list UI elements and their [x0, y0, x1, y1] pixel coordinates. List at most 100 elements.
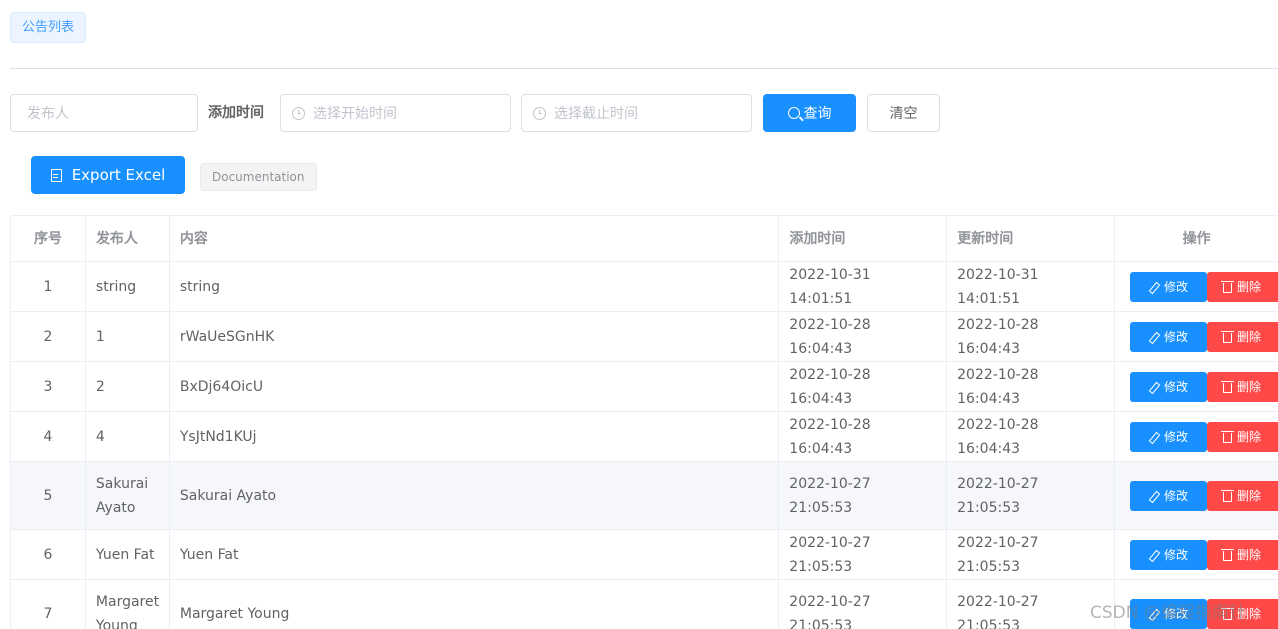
row-updated-time: 2022-10-27 21:05:53 [947, 530, 1115, 579]
edit-label: 修改 [1163, 329, 1188, 344]
row-actions: 修改 删除 [1115, 312, 1278, 361]
query-button-label: 查询 [803, 106, 832, 122]
row-content: Yuen Fat [170, 530, 780, 579]
row-publisher: Sakurai Ayato [86, 462, 170, 529]
clock-icon [292, 106, 305, 120]
delete-label: 删除 [1237, 379, 1262, 394]
header-content[interactable]: 内容 [170, 216, 780, 261]
edit-icon [1149, 550, 1159, 560]
edit-button[interactable]: 修改 [1130, 480, 1207, 511]
row-content: Sakurai Ayato [170, 462, 780, 529]
row-added-time: 2022-10-27 21:05:53 [779, 580, 948, 629]
edit-button[interactable]: 修改 [1130, 271, 1207, 302]
delete-button[interactable]: 删除 [1207, 271, 1278, 302]
start-time-picker[interactable]: 选择开始时间 [280, 94, 511, 132]
page-tag[interactable]: 公告列表 [10, 12, 87, 43]
edit-button[interactable]: 修改 [1130, 321, 1207, 352]
header-publisher[interactable]: 发布人 [86, 216, 170, 261]
end-time-placeholder: 选择截止时间 [554, 106, 638, 122]
row-publisher: 4 [86, 412, 170, 461]
delete-button[interactable]: 删除 [1207, 480, 1278, 511]
delete-button[interactable]: 删除 [1207, 371, 1278, 402]
row-added-time: 2022-10-28 16:04:43 [779, 312, 948, 361]
row-index: 1 [11, 262, 86, 311]
row-updated-time: 2022-10-28 16:04:43 [947, 362, 1115, 411]
header-updated-time[interactable]: 更新时间 [947, 216, 1116, 261]
row-content: string [170, 262, 780, 311]
edit-button[interactable]: 修改 [1130, 371, 1207, 402]
table-row[interactable]: 4 4 YsJtNd1KUj 2022-10-28 16:04:43 2022-10-2… [11, 412, 1278, 462]
table-body: 1 string string 2022-10-31 14:01:51 2022-10-… [11, 262, 1278, 629]
clock-icon [533, 106, 546, 120]
trash-icon [1221, 548, 1234, 561]
trash-icon [1221, 380, 1234, 393]
edit-icon [1149, 432, 1159, 442]
row-updated-time: 2022-10-28 16:04:43 [947, 412, 1115, 461]
row-added-time: 2022-10-28 16:04:43 [779, 412, 948, 461]
header-index[interactable]: 序号 [11, 216, 86, 261]
edit-label: 修改 [1163, 379, 1188, 394]
row-index: 3 [11, 362, 86, 411]
edit-button[interactable]: 修改 [1130, 421, 1207, 452]
table-row[interactable]: 1 string string 2022-10-31 14:01:51 2022-10-… [11, 262, 1278, 312]
row-index: 5 [11, 462, 86, 529]
row-index: 6 [11, 530, 86, 579]
delete-button[interactable]: 删除 [1207, 321, 1278, 352]
delete-label: 删除 [1237, 329, 1262, 344]
row-publisher: 1 [86, 312, 170, 361]
row-content: rWaUeSGnHK [170, 312, 780, 361]
row-publisher: Margaret Young [86, 580, 170, 629]
row-publisher: 2 [86, 362, 170, 411]
header-actions: 操作 [1182, 230, 1211, 247]
trash-icon [1221, 330, 1234, 343]
row-updated-time: 2022-10-28 16:04:43 [947, 312, 1115, 361]
edit-icon [1149, 491, 1159, 501]
table-row[interactable]: 3 2 BxDj64OicU 2022-10-28 16:04:43 2022-10-2… [11, 362, 1278, 412]
delete-label: 删除 [1237, 279, 1262, 294]
delete-label: 删除 [1237, 547, 1262, 562]
row-index: 2 [11, 312, 86, 361]
row-content: YsJtNd1KUj [170, 412, 780, 461]
edit-label: 修改 [1163, 279, 1188, 294]
row-actions: 修改 删除 [1115, 462, 1278, 529]
table-row[interactable]: 7 Margaret Young Margaret Young 2022-10-27 … [11, 580, 1278, 629]
edit-button[interactable]: 修改 [1130, 539, 1207, 570]
edit-label: 修改 [1163, 488, 1188, 503]
delete-button[interactable]: 删除 [1207, 421, 1278, 452]
divider [10, 68, 1278, 69]
row-added-time: 2022-10-31 14:01:51 [779, 262, 948, 311]
publisher-input[interactable]: 发布人 [10, 94, 198, 132]
table-row[interactable]: 5 Sakurai Ayato Sakurai Ayato 2022-10-27 21… [11, 462, 1278, 530]
trash-icon [1221, 430, 1234, 443]
row-added-time: 2022-10-27 21:05:53 [779, 462, 948, 529]
edit-icon [1149, 282, 1159, 292]
row-index: 4 [11, 412, 86, 461]
search-icon [787, 107, 800, 119]
table-row[interactable]: 2 1 rWaUeSGnHK 2022-10-28 16:04:43 2022-10-2… [11, 312, 1278, 362]
delete-button[interactable]: 删除 [1207, 539, 1278, 570]
query-button[interactable]: 查询 [763, 94, 856, 132]
row-added-time: 2022-10-27 21:05:53 [779, 530, 948, 579]
end-time-picker[interactable]: 选择截止时间 [521, 94, 752, 132]
clear-button[interactable]: 清空 [867, 94, 940, 132]
row-content: Margaret Young [170, 580, 780, 629]
edit-icon [1149, 382, 1159, 392]
row-updated-time: 2022-10-31 14:01:51 [947, 262, 1115, 311]
table-row[interactable]: 6 Yuen Fat Yuen Fat 2022-10-27 21:05:53 2022… [11, 530, 1278, 580]
edit-label: 修改 [1163, 547, 1188, 562]
row-actions: 修改 删除 [1115, 362, 1278, 411]
publisher-placeholder: 发布人 [27, 106, 69, 122]
start-time-placeholder: 选择开始时间 [313, 106, 397, 122]
row-index: 7 [11, 580, 86, 629]
add-time-label: 添加时间 [208, 105, 264, 121]
header-added-time[interactable]: 添加时间 [779, 216, 948, 261]
trash-icon [1221, 280, 1234, 293]
row-added-time: 2022-10-28 16:04:43 [779, 362, 948, 411]
documentation-tag[interactable]: Documentation [200, 163, 317, 191]
watermark: CSDN @编程指南针 [1090, 603, 1246, 623]
delete-label: 删除 [1237, 429, 1262, 444]
export-excel-button[interactable]: Export Excel [31, 156, 185, 194]
row-actions: 修改 删除 [1115, 262, 1278, 311]
export-excel-label: Export Excel [71, 166, 166, 184]
trash-icon [1221, 489, 1234, 502]
